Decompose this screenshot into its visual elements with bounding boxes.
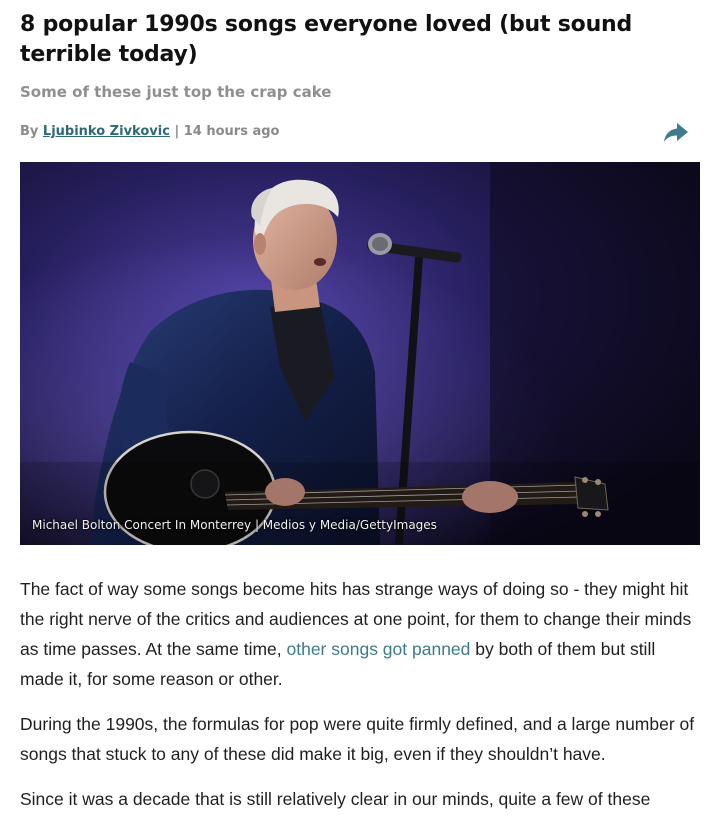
- share-arrow-icon: [664, 123, 688, 142]
- paragraph: Since it was a decade that is still rela…: [20, 789, 651, 809]
- byline-row: By Ljubinko Zivkovic | 14 hours ago: [20, 120, 700, 144]
- hero-image: Michael Bolton Concert In Monterrey | Me…: [20, 162, 700, 545]
- share-button[interactable]: [662, 120, 690, 144]
- inline-link[interactable]: other songs got panned: [287, 639, 471, 659]
- article-headline: 8 popular 1990s songs everyone loved (bu…: [20, 12, 633, 67]
- byline-separator: |: [174, 124, 180, 139]
- article-body: The fact of way some songs become hits h…: [20, 574, 702, 829]
- image-caption: Michael Bolton Concert In Monterrey | Me…: [32, 518, 437, 532]
- byline: By Ljubinko Zivkovic | 14 hours ago: [20, 120, 700, 144]
- article-subheadline: Some of these just top the crap cake: [20, 83, 332, 101]
- paragraph: During the 1990s, the formulas for pop w…: [20, 714, 695, 764]
- publish-time: 14 hours ago: [183, 124, 280, 139]
- author-link[interactable]: Ljubinko Zivkovic: [43, 124, 170, 139]
- paragraph: The fact of way some songs become hits h…: [20, 574, 702, 694]
- hero-photo: [20, 162, 700, 545]
- article-header: 8 popular 1990s songs everyone loved (bu…: [20, 0, 700, 144]
- byline-prefix: By: [20, 124, 39, 139]
